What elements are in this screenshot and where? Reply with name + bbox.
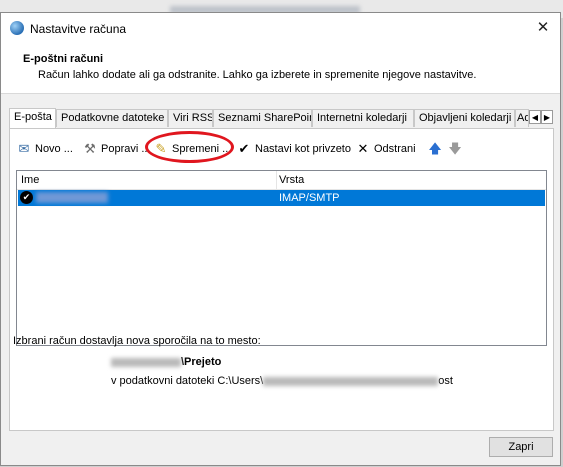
data-file-suffix: ost — [438, 375, 453, 387]
remove-account-label: Odstrani — [374, 143, 416, 155]
list-header: Ime Vrsta — [17, 171, 546, 190]
redacted-file-path — [263, 376, 439, 386]
window-title: Nastavitve računa — [30, 22, 127, 36]
tab-address-books[interactable]: Ad — [515, 109, 529, 127]
set-default-label: Nastavi kot privzeto — [255, 143, 351, 155]
delivery-data-file: v podatkovni datoteki C:\Users\ ost — [111, 375, 453, 387]
tab-sharepoint-lists[interactable]: Seznami SharePoint — [213, 109, 312, 127]
delivery-folder: \Prejeto — [111, 356, 221, 368]
change-settings-icon: ✎ — [155, 141, 167, 157]
close-window-button[interactable]: ✕ — [526, 13, 560, 43]
new-mail-icon: ✉ — [18, 141, 30, 157]
account-toolbar: ✉ Novo ... ⚒ Popravi ... ✎ Spremeni ... ✔ Na… — [16, 139, 546, 159]
delivery-label: Izbrani račun dostavlja nova sporočila n… — [13, 335, 261, 347]
dialog-header: E-poštni računi Račun lahko dodate ali g… — [1, 43, 560, 94]
arrow-up-icon: 🡅 — [428, 141, 442, 157]
account-list: Ime Vrsta ✔ IMAP/SMTP — [16, 170, 547, 346]
data-file-prefix: v podatkovni datoteki C:\Users\ — [111, 375, 264, 387]
tab-email[interactable]: E-pošta — [9, 108, 56, 128]
remove-x-icon: ✕ — [357, 141, 369, 157]
set-default-button[interactable]: ✔ Nastavi kot privzeto — [236, 139, 351, 159]
change-account-button[interactable]: ✎ Spremeni ... — [153, 139, 232, 159]
delivery-folder-name: \Prejeto — [181, 356, 222, 368]
title-bar: Nastavitve računa ✕ — [1, 13, 560, 43]
repair-tools-icon: ⚒ — [84, 141, 96, 157]
change-account-label: Spremeni ... — [172, 143, 232, 155]
move-down-button[interactable]: 🡇 — [447, 139, 466, 159]
column-separator[interactable] — [276, 171, 277, 189]
remove-account-button[interactable]: ✕ Odstrani — [355, 139, 416, 159]
arrow-down-icon: 🡇 — [448, 141, 462, 157]
repair-account-label: Popravi ... — [101, 143, 151, 155]
tab-scroll-right-icon[interactable]: ▶ — [541, 110, 553, 124]
repair-account-button[interactable]: ⚒ Popravi ... — [82, 139, 151, 159]
table-row[interactable]: ✔ IMAP/SMTP — [18, 190, 545, 206]
tab-strip: E-pošta Podatkovne datoteke Viri RSS Sez… — [9, 108, 554, 128]
header-description: Račun lahko dodate ali ga odstranite. La… — [38, 69, 477, 81]
tab-published-calendars[interactable]: Objavljeni koledarji — [414, 109, 515, 127]
header-title: E-poštni računi — [23, 53, 104, 65]
new-account-button[interactable]: ✉ Novo ... — [16, 139, 73, 159]
column-header-name[interactable]: Ime — [21, 174, 39, 186]
globe-icon — [10, 21, 24, 35]
redacted-mailbox-name — [111, 357, 181, 367]
new-account-label: Novo ... — [35, 143, 73, 155]
column-header-type[interactable]: Vrsta — [279, 174, 304, 186]
tab-data-files[interactable]: Podatkovne datoteke — [56, 109, 168, 127]
move-up-button[interactable]: 🡅 — [427, 139, 446, 159]
default-check-icon: ✔ — [238, 141, 250, 157]
tab-internet-calendars[interactable]: Internetni koledarji — [312, 109, 414, 127]
account-settings-dialog: Nastavitve računa ✕ E-poštni računi Raču… — [0, 12, 561, 466]
close-button[interactable]: Zapri — [489, 437, 553, 457]
account-type: IMAP/SMTP — [279, 192, 340, 204]
tab-scroll-left-icon[interactable]: ◀ — [529, 110, 541, 124]
account-name-redacted — [36, 192, 108, 203]
default-account-check-icon: ✔ — [20, 191, 33, 204]
tab-rss-feeds[interactable]: Viri RSS — [168, 109, 213, 127]
